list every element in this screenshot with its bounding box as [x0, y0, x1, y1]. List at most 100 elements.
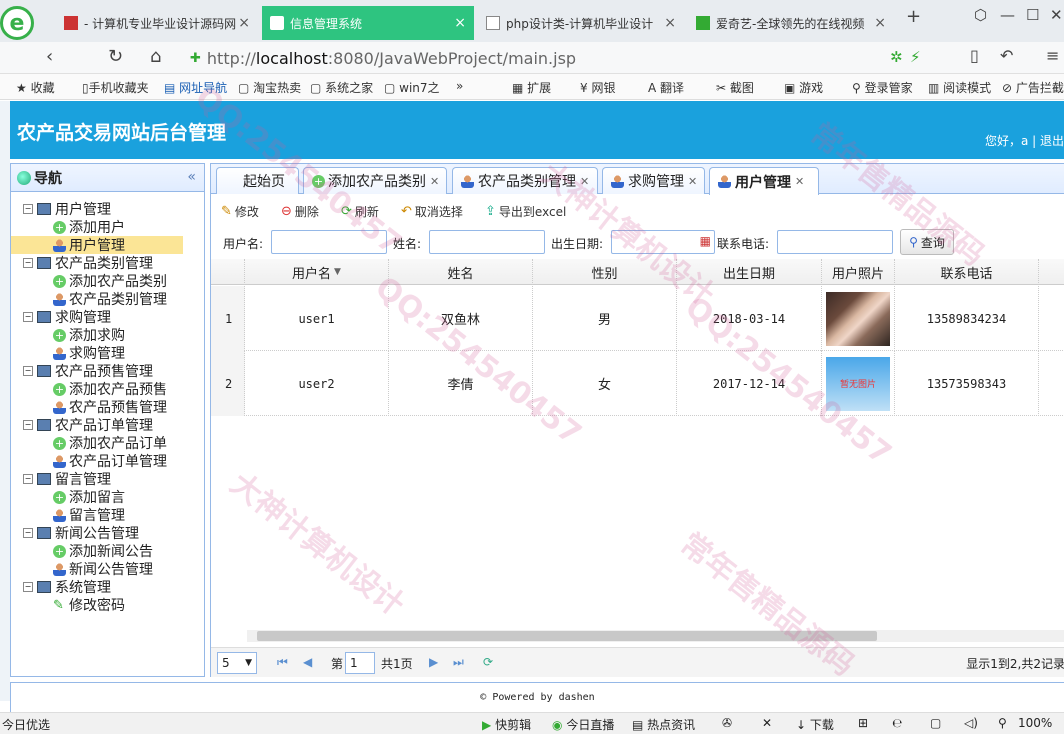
refresh-button[interactable]: ⟳ 刷新 [341, 203, 379, 220]
reload-icon[interactable]: ↻ [108, 46, 123, 67]
bookmark-item[interactable]: ▯手机收藏夹 [82, 79, 149, 96]
back-icon[interactable]: ‹ [46, 46, 53, 67]
sound-icon[interactable]: ◁) [964, 716, 978, 730]
nav-item[interactable]: 新闻公告管理 [11, 560, 204, 578]
bookmark-item[interactable]: ▢ 淘宝热卖 [238, 79, 301, 96]
phone-search-input[interactable] [777, 230, 893, 254]
scrollbar-thumb[interactable] [257, 631, 877, 641]
bookmark-item[interactable]: ★ 收藏 [16, 79, 55, 96]
nav-group[interactable]: − 新闻公告管理 [11, 524, 204, 542]
username-search-input[interactable] [271, 230, 387, 254]
tab-category-management[interactable]: 农产品类别管理 ✕ [452, 167, 598, 194]
prev-page-icon[interactable]: ◀ [303, 655, 312, 669]
last-page-icon[interactable]: ⏭ [453, 655, 464, 670]
new-tab-button[interactable]: + [906, 6, 921, 27]
news-button[interactable]: ▤ 热点资讯 [632, 716, 695, 733]
page-number-input[interactable]: 1 [345, 652, 375, 674]
tab-close-icon[interactable]: ✕ [430, 175, 439, 188]
column-header-birthday[interactable]: 出生日期 [677, 259, 822, 285]
cancel-selection-button[interactable]: ↶ 取消选择 [401, 203, 463, 220]
collapse-toggle-icon[interactable]: − [23, 474, 33, 484]
bookmark-item[interactable]: ✂ 截图 [716, 79, 754, 96]
nav-item[interactable]: 农产品预售管理 [11, 398, 204, 416]
bookmark-item[interactable]: ▥ 阅读模式 [928, 79, 991, 96]
skin-icon[interactable]: ⬡ [974, 6, 987, 24]
bookmark-item[interactable]: ⊘ 广告拦截 [1002, 79, 1064, 96]
zoom-icon[interactable]: ⚲ [998, 716, 1007, 730]
lightning-icon[interactable]: ⚡ [910, 48, 921, 66]
status-left[interactable]: 今日优选 [2, 716, 50, 733]
horizontal-scrollbar[interactable] [247, 630, 1064, 642]
query-button[interactable]: ⚲ 查询 [900, 229, 954, 255]
maximize-icon[interactable]: ☐ [1026, 6, 1039, 24]
browser-tab-2[interactable]: 信息管理系统 × [262, 6, 474, 40]
browser-tab-1[interactable]: - 计算机专业毕业设计源码网 × [56, 6, 258, 40]
tab-add-category[interactable]: + 添加农产品类别 ✕ [303, 167, 447, 194]
nav-group[interactable]: − 农产品类别管理 [11, 254, 204, 272]
nav-item[interactable]: + 添加新闻公告 [11, 542, 204, 560]
nav-group[interactable]: − 系统管理 [11, 578, 204, 596]
nav-item[interactable]: + 添加留言 [11, 488, 204, 506]
bookmark-item[interactable]: ⚲ 登录管家 [852, 79, 913, 96]
tab-close-icon[interactable]: ✕ [580, 175, 589, 188]
url-field[interactable]: ✚ http://localhost:8080/JavaWebProject/m… [190, 46, 890, 70]
table-row[interactable]: 1 user1 双鱼林 男 2018-03-14 13589834234 [211, 286, 1064, 351]
next-page-icon[interactable]: ▶ [429, 655, 438, 669]
menu-icon[interactable]: ≡ [1046, 46, 1059, 65]
column-header-sex[interactable]: 性别 [533, 259, 677, 285]
download-button[interactable]: ↓ 下载 [796, 716, 834, 733]
undo-icon[interactable]: ↶ [1000, 46, 1013, 65]
bookmark-item[interactable]: ¥ 网银 [580, 79, 615, 96]
bookmark-item[interactable]: ▢ win7之 [384, 79, 440, 96]
tab-close-icon[interactable]: ✕ [795, 175, 804, 188]
browser-tab-3[interactable]: php设计类-计算机毕业设计 × [478, 6, 684, 40]
bookmark-item[interactable]: ▣ 游戏 [784, 79, 823, 96]
nav-item[interactable]: + 添加农产品订单 [11, 434, 204, 452]
close-window-icon[interactable]: ✕ [1050, 6, 1063, 24]
bookmark-item[interactable]: ▦ 扩展 [512, 79, 551, 96]
name-search-input[interactable] [429, 230, 545, 254]
collapse-toggle-icon[interactable]: − [23, 312, 33, 322]
ie-icon[interactable]: ℮ [892, 716, 902, 730]
quick-clip-button[interactable]: ▶ 快剪辑 [482, 716, 531, 733]
nav-group[interactable]: − 农产品订单管理 [11, 416, 204, 434]
nav-item[interactable]: 用户管理 [11, 236, 183, 254]
nav-item[interactable]: + 添加农产品类别 [11, 272, 204, 290]
column-header-name[interactable]: 姓名 [389, 259, 533, 285]
zoom-level[interactable]: 100% [1018, 716, 1052, 730]
nav-group[interactable]: − 农产品预售管理 [11, 362, 204, 380]
phone-icon[interactable]: ▯ [970, 46, 979, 65]
calendar-icon[interactable]: ▦ [700, 234, 711, 248]
minimize-icon[interactable]: — [1000, 6, 1015, 24]
tab-start-page[interactable]: 起始页 [216, 167, 299, 194]
screen-icon[interactable]: ▢ [930, 716, 941, 730]
close-icon[interactable]: × [454, 15, 466, 31]
tab-user-management[interactable]: 用户管理 ✕ [709, 167, 819, 195]
nav-item[interactable]: 留言管理 [11, 506, 204, 524]
nav-item[interactable]: + 添加用户 [11, 218, 204, 236]
nav-item[interactable]: + 添加求购 [11, 326, 204, 344]
tab-close-icon[interactable]: ✕ [688, 175, 697, 188]
nav-item[interactable]: 农产品订单管理 [11, 452, 204, 470]
more-bookmarks[interactable]: » [456, 79, 463, 93]
collapse-toggle-icon[interactable]: − [23, 420, 33, 430]
refresh-icon[interactable]: ⟳ [483, 655, 493, 669]
close-icon[interactable]: × [874, 15, 886, 31]
user-greeting[interactable]: 您好，a | 退出 [985, 132, 1064, 149]
birthday-search-input[interactable]: ▦ [611, 230, 715, 254]
collapse-toggle-icon[interactable]: − [23, 528, 33, 538]
browser-tab-4[interactable]: 爱奇艺-全球领先的在线视频 × [688, 6, 894, 40]
bookmark-item[interactable]: ▤ 网址导航 [164, 79, 227, 96]
bookmark-item[interactable]: A 翻译 [648, 79, 684, 96]
collapse-icon[interactable]: « [187, 169, 196, 185]
nav-group[interactable]: − 用户管理 [11, 200, 204, 218]
nav-item[interactable]: 求购管理 [11, 344, 204, 362]
column-header-phone[interactable]: 联系电话 [895, 259, 1039, 285]
nav-group[interactable]: − 求购管理 [11, 308, 204, 326]
close-icon[interactable]: × [238, 15, 250, 31]
tab-purchase-management[interactable]: 求购管理 ✕ [602, 167, 705, 194]
first-page-icon[interactable]: ⏮ [277, 655, 288, 670]
table-row[interactable]: 2 user2 李倩 女 2017-12-14 暂无图片 13573598343 [211, 351, 1064, 416]
collapse-toggle-icon[interactable]: − [23, 258, 33, 268]
collapse-toggle-icon[interactable]: − [23, 204, 33, 214]
